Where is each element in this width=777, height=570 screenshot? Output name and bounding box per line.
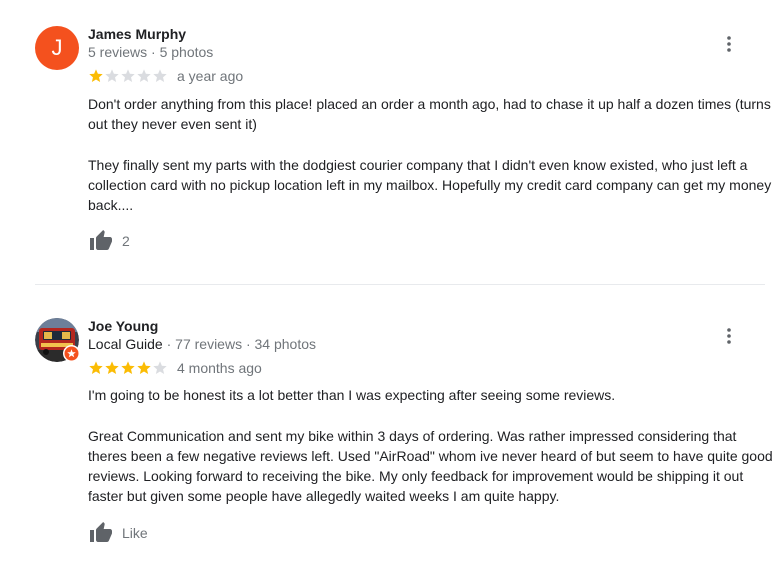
star-filled-icon <box>89 361 103 374</box>
reviewer-stats: · 77 reviews · 34 photos <box>162 336 317 352</box>
reviewer-name[interactable]: Joe Young <box>88 318 158 334</box>
local-guide-badge-icon <box>63 345 80 362</box>
star-empty-icon <box>153 361 167 374</box>
review-card: Joe Young Local Guide · 77 reviews · 34 … <box>0 0 777 570</box>
like-label: Like <box>122 525 148 541</box>
review-text: I'm going to be honest its a lot better … <box>88 385 773 507</box>
more-vert-icon <box>727 328 731 344</box>
review-time: 4 months ago <box>177 360 262 376</box>
review-paragraph: Great Communication and sent my bike wit… <box>88 427 773 505</box>
thumbs-up-icon <box>90 522 112 542</box>
rating-row: 4 months ago <box>88 360 262 376</box>
star-filled-icon <box>121 361 135 374</box>
local-guide-label: Local Guide <box>88 336 163 352</box>
star-rating <box>88 360 168 376</box>
star-filled-icon <box>137 361 151 374</box>
like-button[interactable]: Like <box>88 521 148 545</box>
more-options-button[interactable] <box>719 324 739 348</box>
review-paragraph: I'm going to be honest its a lot better … <box>88 387 616 403</box>
star-filled-icon <box>105 361 119 374</box>
reviewer-meta: Local Guide · 77 reviews · 34 photos <box>88 336 316 352</box>
